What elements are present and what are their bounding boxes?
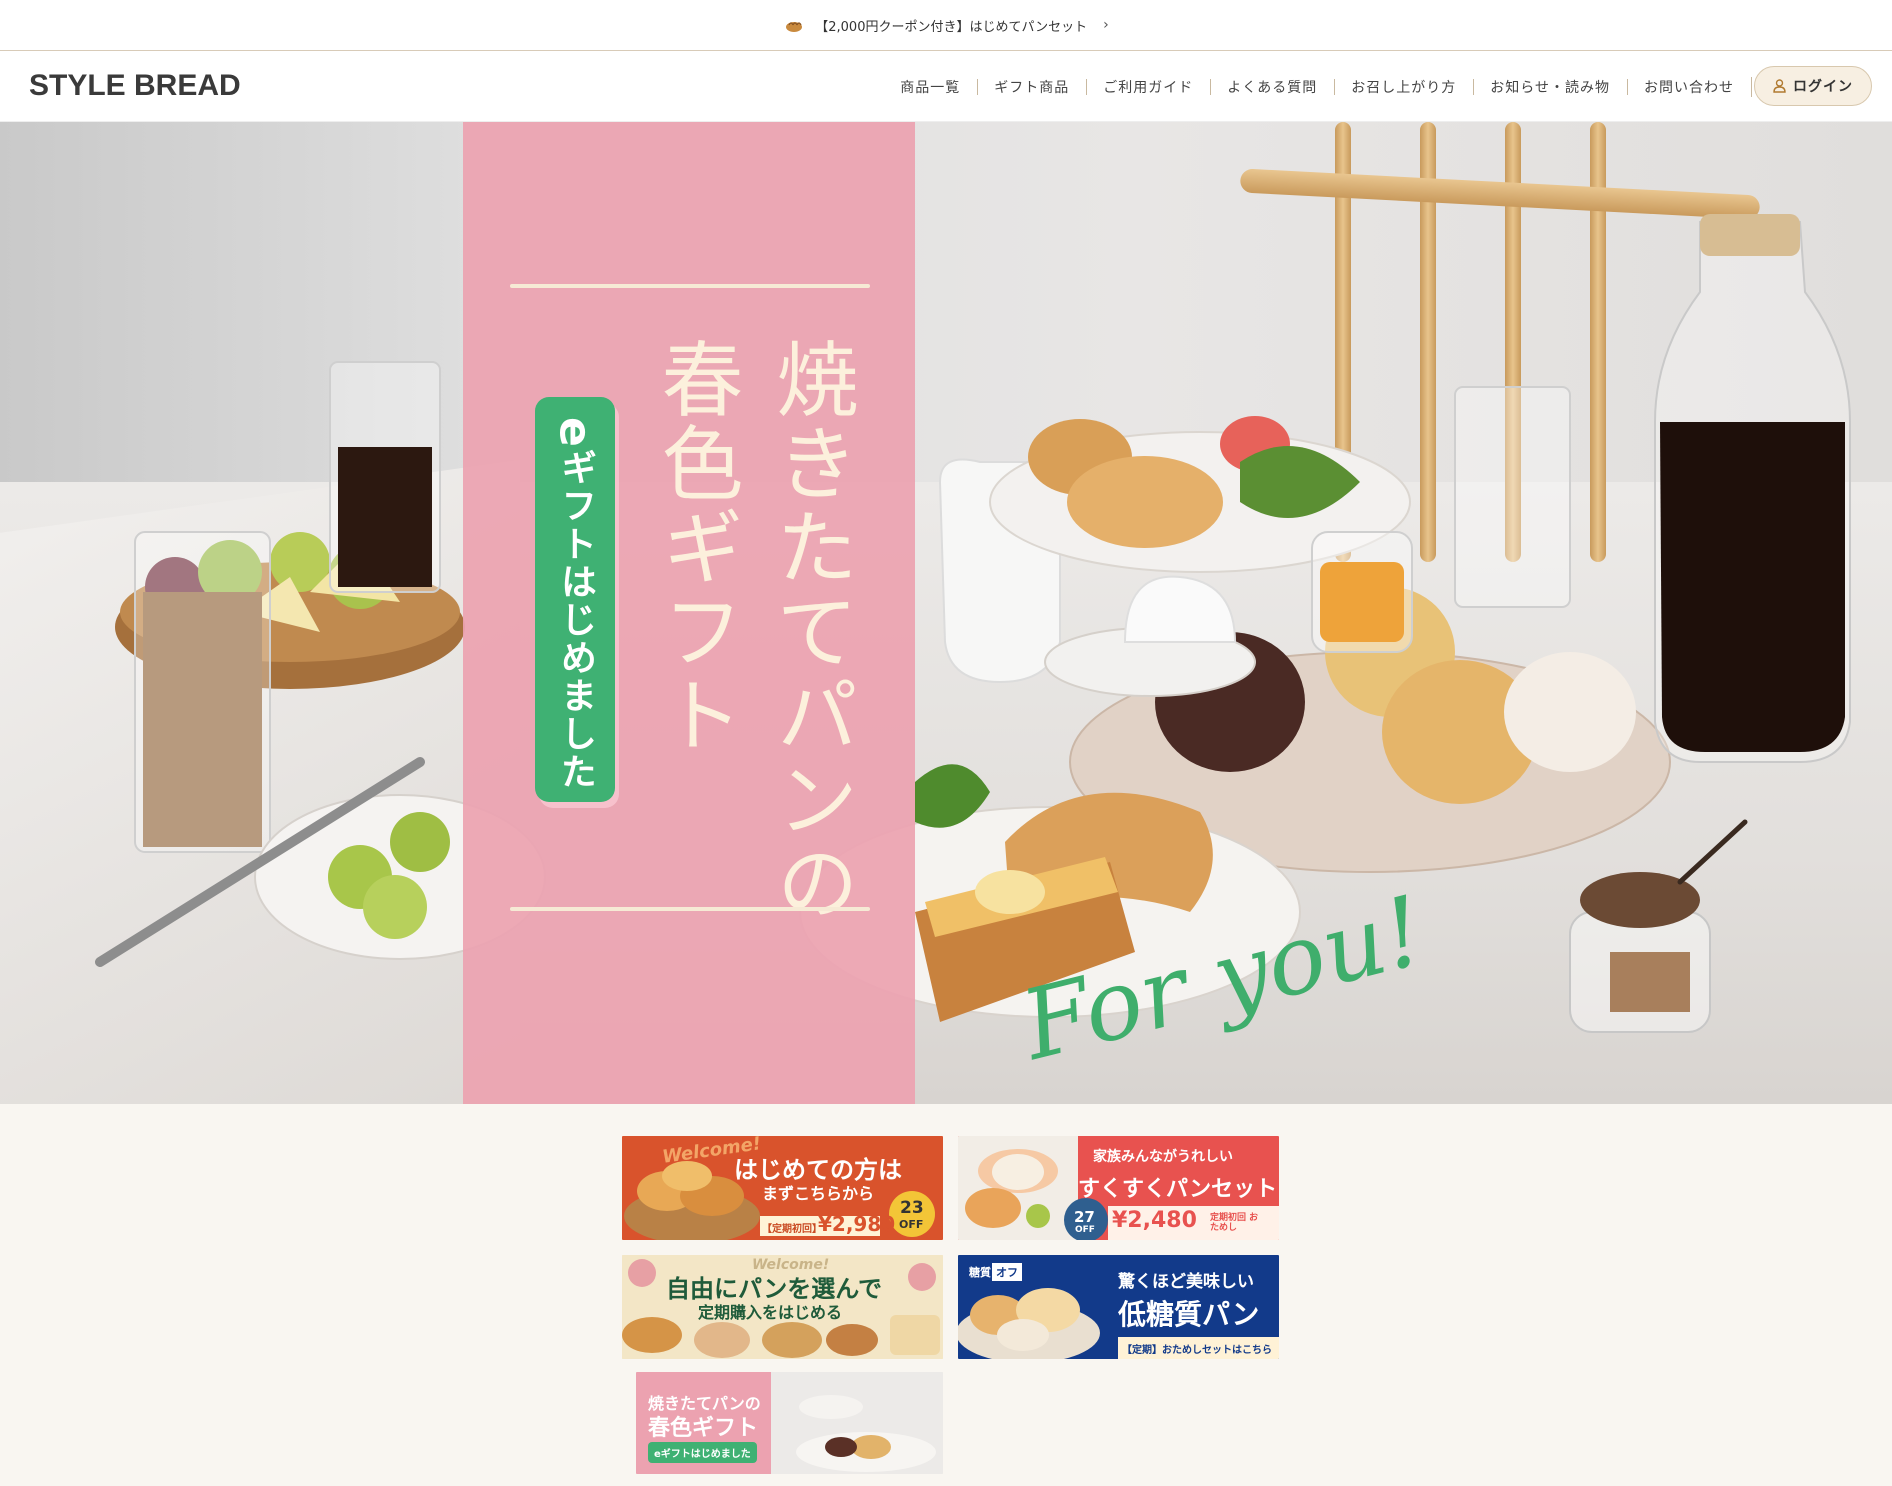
- bread-icon: [786, 22, 803, 32]
- nav-item-news[interactable]: お知らせ・読み物: [1473, 77, 1627, 97]
- b2-plan: 定期初回 おためし: [1210, 1213, 1259, 1233]
- b2-price: ¥2,480: [1112, 1208, 1197, 1233]
- b2-top: 家族みんながうれしい: [1093, 1149, 1233, 1165]
- b2-off-pct: 27: [1074, 1208, 1095, 1226]
- b2-off-label: OFF: [1075, 1225, 1095, 1235]
- b5-line2: 春色ギフト: [648, 1415, 759, 1441]
- banner-family-set[interactable]: 家族みんながうれしい すくすくパンセット 27 OFF ¥2,480 定期初回 …: [958, 1136, 1279, 1240]
- b4-top: 驚くほど美味しい: [1118, 1272, 1254, 1292]
- nav-item-products[interactable]: 商品一覧: [883, 77, 977, 97]
- user-icon: [1773, 79, 1786, 93]
- nav-item-contact[interactable]: お問い合わせ: [1627, 77, 1751, 97]
- nav-item-guide[interactable]: ご利用ガイド: [1086, 77, 1210, 97]
- b1-price: ¥2,980: [818, 1212, 896, 1236]
- b4-subtitle: 【定期】おためしセットはこちら: [1122, 1345, 1272, 1356]
- b1-subtitle: まずこちらから: [762, 1184, 875, 1203]
- banner-spring-gift[interactable]: 焼きたてパンの 春色ギフト eギフトはじめました: [636, 1372, 943, 1474]
- login-label: ログイン: [1793, 79, 1853, 95]
- b3-subtitle: 定期購入をはじめる: [698, 1303, 843, 1322]
- banner-low-carb[interactable]: 糖質 オフ 驚くほど美味しい 低糖質パン 【定期】おためしセットはこちら: [958, 1255, 1279, 1359]
- b1-plan: 【定期初回】: [762, 1224, 822, 1235]
- b5-badge: eギフトはじめました: [648, 1442, 757, 1463]
- spring-gift-image: [771, 1372, 943, 1474]
- announcement-text: 【2,000円クーポン付き】はじめてパンセット: [815, 19, 1088, 35]
- egift-badge-e: e: [549, 417, 601, 449]
- for-you-script: For you!: [1020, 882, 1435, 1082]
- panel-rule-top: [510, 284, 870, 288]
- site-header: STYLE BREAD 商品一覧 ギフト商品 ご利用ガイド よくある質問 お召し…: [0, 51, 1892, 122]
- nav-item-how-to-eat[interactable]: お召し上がり方: [1334, 77, 1473, 97]
- breakfast-photo: [95, 214, 1851, 1033]
- egift-badge: e ギフトはじめました: [535, 397, 615, 802]
- banner-choose-bread[interactable]: Welcome! 自由にパンを選んで 定期購入をはじめる: [622, 1255, 943, 1359]
- site-logo[interactable]: STYLE BREAD: [29, 69, 241, 103]
- nav-divider: [1751, 76, 1752, 97]
- b4-tag-2: オフ: [992, 1263, 1022, 1281]
- for-you-text: For you!: [1020, 882, 1435, 1082]
- b1-off-pct: 23: [900, 1198, 924, 1218]
- hero-title-line1: 焼きたてパンの: [762, 337, 857, 925]
- b4-tag-1: 糖質: [966, 1263, 994, 1281]
- banner-first-time[interactable]: Welcome! はじめての方は まずこちらから 【定期初回】 ¥2,980 2…: [622, 1136, 943, 1240]
- nav-item-gifts[interactable]: ギフト商品: [977, 77, 1086, 97]
- main-nav: 商品一覧 ギフト商品 ご利用ガイド よくある質問 お召し上がり方 お知らせ・読み…: [883, 51, 1752, 122]
- hero-title-line2: 春色ギフト: [647, 337, 742, 757]
- egift-badge-text: ギフトはじめました: [555, 448, 596, 791]
- announcement-bar[interactable]: 【2,000円クーポン付き】はじめてパンセット ›: [0, 0, 1892, 51]
- gift-promo-panel: 焼きたてパンの 春色ギフト e ギフトはじめました: [463, 122, 915, 1104]
- panel-rule-bottom: [510, 907, 870, 911]
- login-button[interactable]: ログイン: [1754, 66, 1872, 106]
- nav-item-faq[interactable]: よくある質問: [1210, 77, 1334, 97]
- hero-banner[interactable]: 焼きたてパンの 春色ギフト e ギフトはじめました For you!: [0, 122, 1892, 1104]
- chevron-right-icon: ›: [1103, 17, 1109, 33]
- b4-title: 低糖質パン: [1118, 1298, 1260, 1331]
- b2-title: すくすくパンセット: [1078, 1177, 1278, 1202]
- b1-off-label: OFF: [899, 1218, 924, 1231]
